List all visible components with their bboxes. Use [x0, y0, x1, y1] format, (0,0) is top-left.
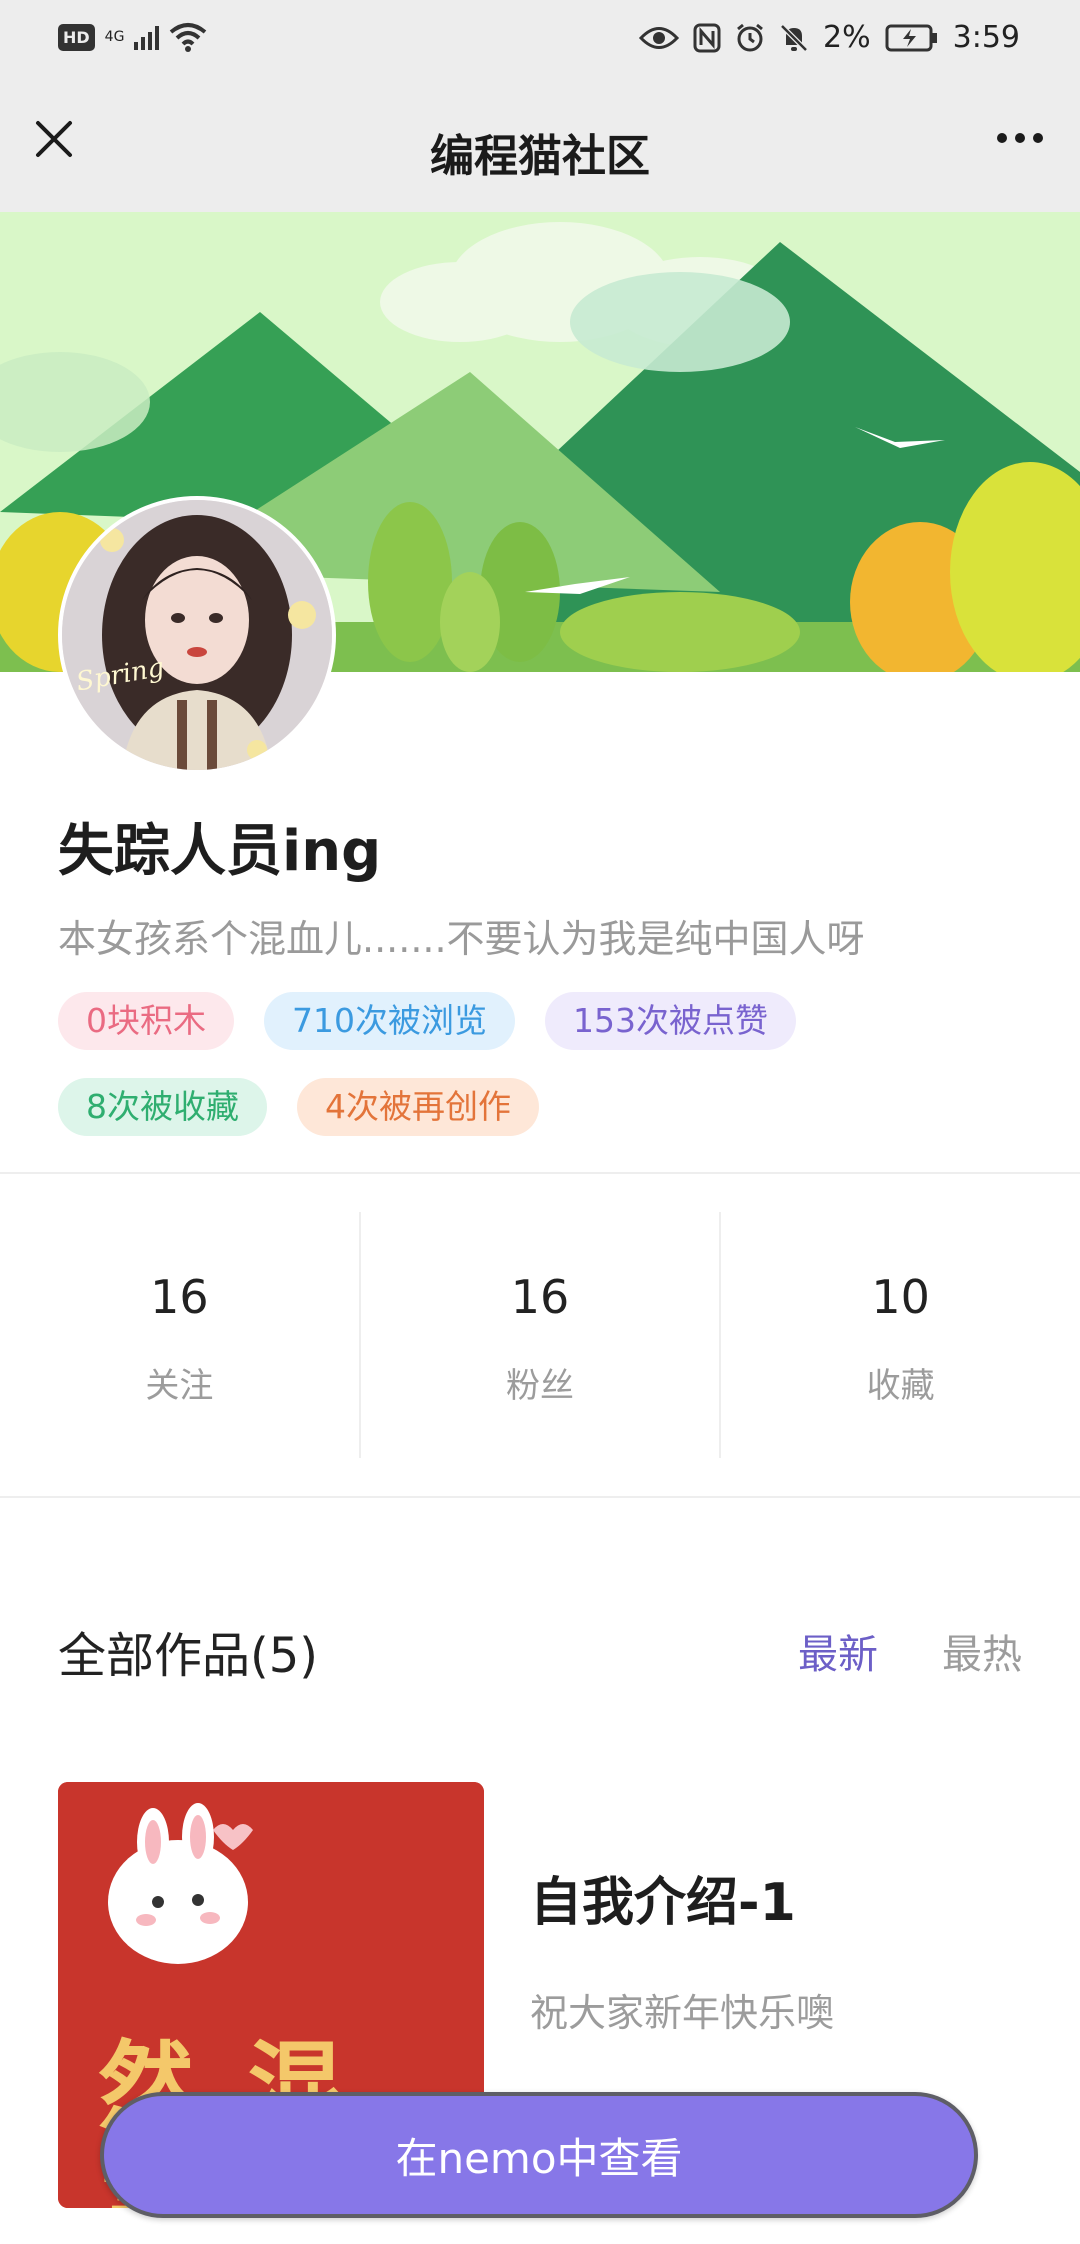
sort-hottest-tab[interactable]: 最热 [942, 1622, 1022, 1680]
stats-row: 16 关注 16 粉丝 10 收藏 [0, 1212, 1080, 1458]
battery-charging-icon [885, 24, 939, 52]
network-type: 4G [104, 29, 125, 45]
nfc-icon [693, 23, 721, 53]
favorites-label: 收藏 [866, 1366, 935, 1406]
followers-label: 粉丝 [506, 1366, 574, 1406]
clock-time: 3:59 [952, 20, 1020, 55]
works-section-title: 全部作品(5) [58, 1628, 318, 1684]
stat-following[interactable]: 16 关注 [0, 1212, 359, 1458]
battery-percent: 2% [823, 20, 871, 55]
work-description: 祝大家新年快乐噢 [530, 1991, 835, 2035]
tag-blocks: 0块积木 [58, 992, 234, 1050]
status-bar: HD 4G 2% 3:59 [0, 0, 1080, 82]
stat-followers[interactable]: 16 粉丝 [358, 1212, 720, 1458]
signal-icon [134, 24, 160, 50]
avatar-portrait-image [62, 500, 332, 770]
tag-remixes: 4次被再创作 [297, 1078, 539, 1136]
user-bio: 本女孩系个混血儿.......不要认为我是纯中国人呀 [58, 917, 865, 961]
followers-count: 16 [510, 1270, 570, 1324]
mute-bell-icon [779, 23, 809, 53]
wifi-icon [169, 22, 207, 52]
divider [0, 1172, 1080, 1174]
alarm-icon [735, 23, 765, 53]
eye-icon [639, 25, 680, 51]
hd-icon: HD [58, 23, 95, 51]
avatar[interactable]: Spring [58, 496, 336, 774]
more-dots-icon [997, 133, 1043, 143]
username: 失踪人员ing [58, 819, 382, 884]
work-title[interactable]: 自我介绍-1 [530, 1860, 796, 1935]
divider [0, 1496, 1080, 1498]
following-label: 关注 [145, 1366, 214, 1406]
favorites-count: 10 [871, 1270, 930, 1324]
tag-favorites: 8次被收藏 [58, 1078, 267, 1136]
open-in-nemo-button[interactable]: 在nemo中查看 [100, 2092, 978, 2218]
more-button[interactable] [990, 118, 1050, 158]
nav-bar: 编程猫社区 [0, 82, 1080, 212]
following-count: 16 [150, 1270, 209, 1324]
stat-tags: 0块积木 710次被浏览 153次被点赞 8次被收藏 4次被再创作 [58, 992, 1018, 1136]
page-title: 编程猫社区 [430, 131, 650, 182]
tag-views: 710次被浏览 [264, 992, 515, 1050]
sort-newest-tab[interactable]: 最新 [798, 1622, 878, 1680]
tag-likes: 153次被点赞 [545, 992, 796, 1050]
stat-favorites[interactable]: 10 收藏 [719, 1212, 1080, 1458]
